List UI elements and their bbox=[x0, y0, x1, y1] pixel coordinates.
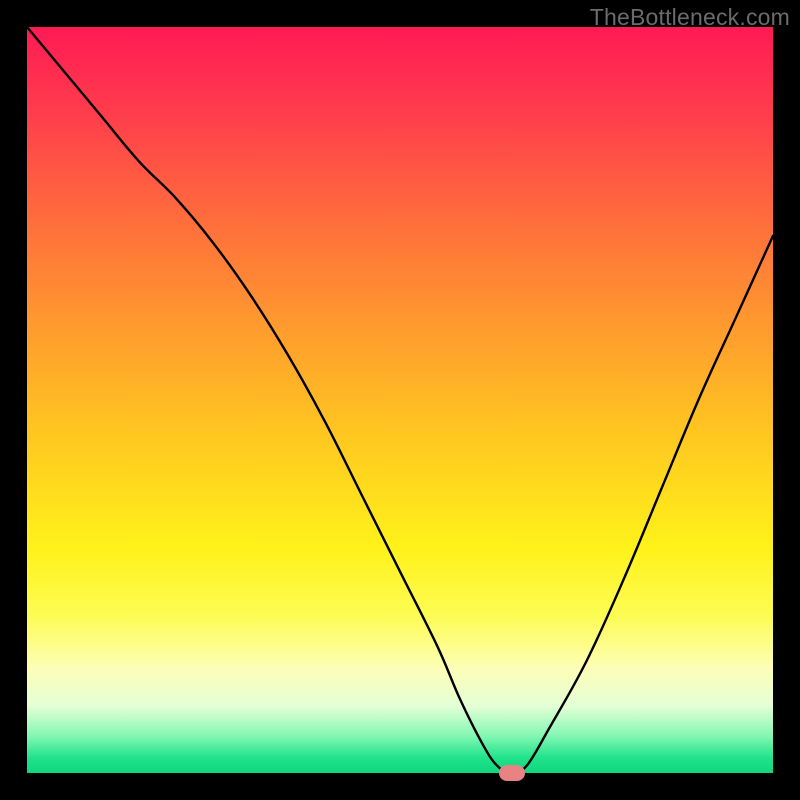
chart-frame: TheBottleneck.com bbox=[0, 0, 800, 800]
optimal-marker bbox=[499, 765, 525, 781]
chart-plot-area bbox=[27, 27, 773, 773]
bottleneck-curve bbox=[27, 27, 773, 773]
watermark-text: TheBottleneck.com bbox=[590, 4, 790, 31]
